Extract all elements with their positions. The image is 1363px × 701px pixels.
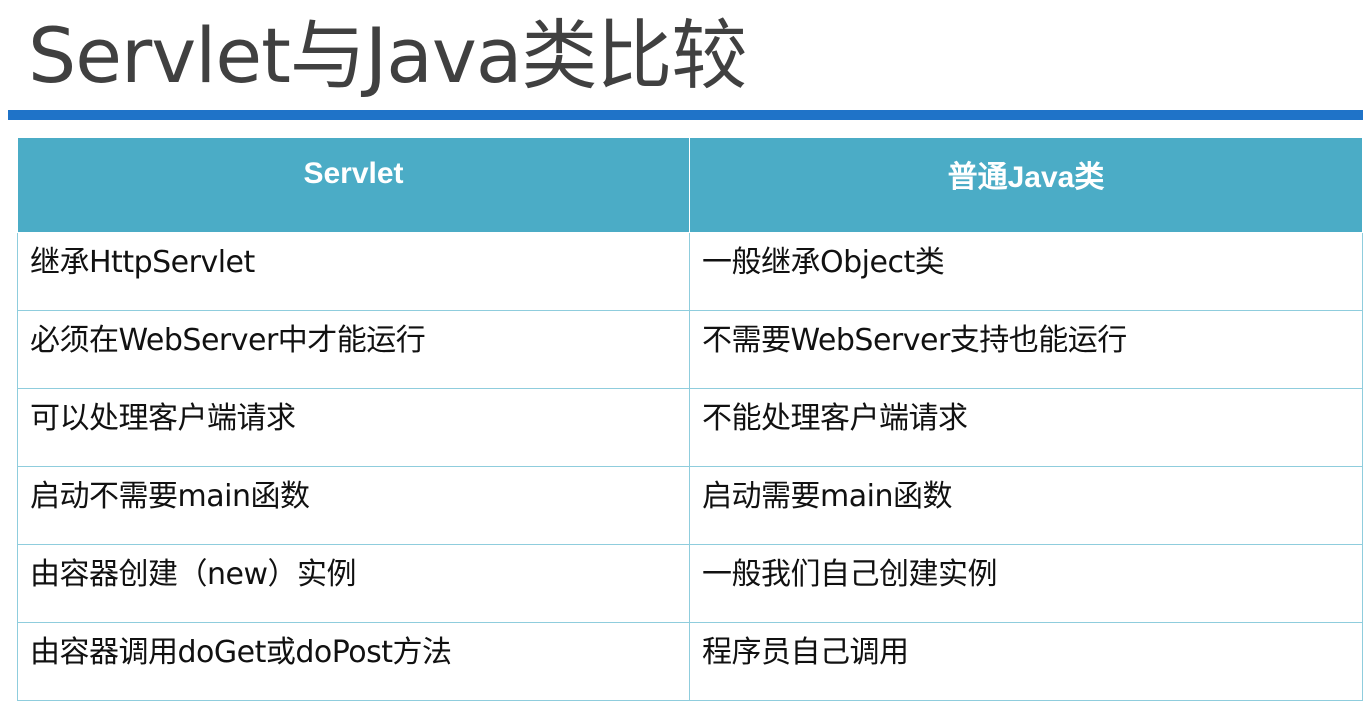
servlet-cell: 由容器调用doGet或doPost方法 [17, 622, 690, 701]
table-row: 由容器创建（new）实例 一般我们自己创建实例 [17, 544, 1363, 623]
servlet-cell: 启动不需要main函数 [17, 466, 690, 545]
java-class-cell: 不能处理客户端请求 [689, 388, 1363, 467]
title-divider [8, 110, 1363, 120]
java-class-cell: 启动需要main函数 [689, 466, 1363, 545]
header-servlet: Servlet [17, 137, 690, 233]
slide-title: Servlet与Java类比较 [28, 11, 747, 100]
table-header-row: Servlet 普通Java类 [17, 137, 1363, 233]
java-class-cell: 一般继承Object类 [689, 232, 1363, 311]
comparison-table: Servlet 普通Java类 继承HttpServlet 一般继承Object… [17, 137, 1363, 701]
java-class-cell: 一般我们自己创建实例 [689, 544, 1363, 623]
servlet-cell: 继承HttpServlet [17, 232, 690, 311]
java-class-cell: 程序员自己调用 [689, 622, 1363, 701]
java-class-cell: 不需要WebServer支持也能运行 [689, 310, 1363, 389]
servlet-cell: 可以处理客户端请求 [17, 388, 690, 467]
table-row: 继承HttpServlet 一般继承Object类 [17, 232, 1363, 311]
table-row: 启动不需要main函数 启动需要main函数 [17, 466, 1363, 545]
table-row: 由容器调用doGet或doPost方法 程序员自己调用 [17, 622, 1363, 701]
table-row: 可以处理客户端请求 不能处理客户端请求 [17, 388, 1363, 467]
servlet-cell: 由容器创建（new）实例 [17, 544, 690, 623]
header-java-class: 普通Java类 [689, 137, 1363, 233]
table-row: 必须在WebServer中才能运行 不需要WebServer支持也能运行 [17, 310, 1363, 389]
servlet-cell: 必须在WebServer中才能运行 [17, 310, 690, 389]
